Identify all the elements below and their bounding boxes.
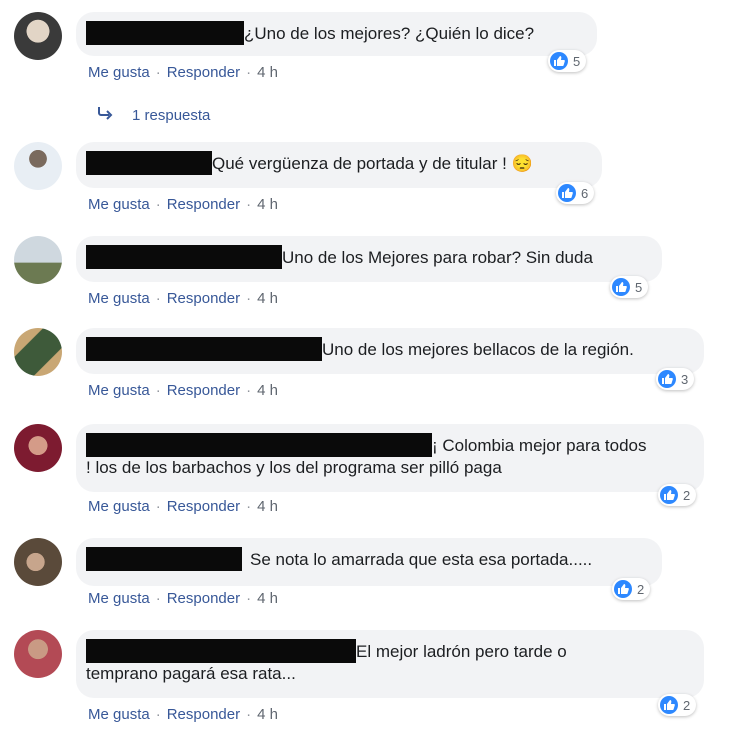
reaction-number: 2: [637, 581, 645, 597]
comment-actions: Me gusta · Responder · 4 h: [88, 590, 278, 607]
comment-bubble: ¿Uno de los mejores? ¿Quién lo dice?: [76, 12, 597, 56]
separator-dot: ·: [246, 706, 252, 723]
like-link[interactable]: Me gusta: [88, 706, 150, 723]
separator-dot: ·: [246, 64, 252, 81]
thumbs-up-icon: [558, 184, 576, 202]
comment-actions: Me gusta · Responder · 4 h: [88, 290, 278, 307]
timestamp[interactable]: 4 h: [257, 590, 278, 607]
separator-dot: ·: [155, 64, 161, 81]
comment-actions: Me gusta · Responder · 4 h: [88, 196, 278, 213]
timestamp[interactable]: 4 h: [257, 196, 278, 213]
reaction-number: 2: [683, 487, 691, 503]
reply-link[interactable]: Responder: [167, 382, 240, 399]
comment-actions: Me gusta · Responder · 4 h: [88, 382, 278, 399]
reaction-count[interactable]: 2: [658, 694, 697, 716]
separator-dot: ·: [246, 382, 252, 399]
like-link[interactable]: Me gusta: [88, 498, 150, 515]
avatar[interactable]: [14, 630, 62, 678]
timestamp[interactable]: 4 h: [257, 706, 278, 723]
avatar[interactable]: [14, 12, 62, 60]
separator-dot: ·: [155, 382, 161, 399]
timestamp[interactable]: 4 h: [257, 290, 278, 307]
timestamp[interactable]: 4 h: [257, 498, 278, 515]
avatar[interactable]: [14, 328, 62, 376]
comment-text: Se nota lo amarrada que esta esa portada…: [250, 550, 593, 569]
redacted-name: [86, 337, 322, 361]
comment-bubble: Qué vergüenza de portada y de titular ! …: [76, 142, 602, 188]
reaction-number: 5: [573, 53, 581, 69]
avatar[interactable]: [14, 142, 62, 190]
redacted-name: [86, 639, 356, 663]
comment-bubble: Uno de los mejores bellacos de la región…: [76, 328, 704, 374]
replies-label: 1 respuesta: [132, 106, 211, 124]
separator-dot: ·: [155, 196, 161, 213]
comment-bubble: Se nota lo amarrada que esta esa portada…: [76, 538, 662, 586]
like-link[interactable]: Me gusta: [88, 196, 150, 213]
redacted-name: [86, 21, 244, 45]
reaction-count[interactable]: 2: [612, 578, 651, 600]
redacted-name: [86, 151, 212, 175]
like-link[interactable]: Me gusta: [88, 590, 150, 607]
thumbs-up-icon: [660, 696, 678, 714]
like-link[interactable]: Me gusta: [88, 64, 150, 81]
comment-text-line2: temprano pagará esa rata...: [86, 664, 296, 683]
comment-text: El mejor ladrón pero tarde o: [356, 642, 567, 661]
timestamp[interactable]: 4 h: [257, 64, 278, 81]
avatar[interactable]: [14, 424, 62, 472]
thumbs-up-icon: [614, 580, 632, 598]
comment-text: Uno de los mejores bellacos de la región…: [322, 340, 634, 359]
reaction-count[interactable]: 3: [656, 368, 695, 390]
redacted-name: [86, 547, 242, 571]
separator-dot: ·: [246, 196, 252, 213]
reaction-number: 6: [581, 185, 589, 201]
comment-actions: Me gusta · Responder · 4 h: [88, 498, 278, 515]
reply-link[interactable]: Responder: [167, 196, 240, 213]
thumbs-up-icon: [660, 486, 678, 504]
comment-bubble: Uno de los Mejores para robar? Sin duda: [76, 236, 662, 282]
like-link[interactable]: Me gusta: [88, 382, 150, 399]
comment-text: ¡ Colombia mejor para todos: [432, 436, 647, 455]
reaction-count[interactable]: 2: [658, 484, 697, 506]
comment-text: Qué vergüenza de portada y de titular ! …: [212, 154, 533, 173]
reply-link[interactable]: Responder: [167, 64, 240, 81]
reaction-count[interactable]: 5: [548, 50, 587, 72]
reply-link[interactable]: Responder: [167, 498, 240, 515]
thumbs-up-icon: [550, 52, 568, 70]
comment-actions: Me gusta · Responder · 4 h: [88, 706, 278, 723]
redacted-name: [86, 245, 282, 269]
separator-dot: ·: [155, 498, 161, 515]
reaction-count[interactable]: 5: [610, 276, 649, 298]
reply-link[interactable]: Responder: [167, 290, 240, 307]
comment-text: ¿Uno de los mejores? ¿Quién lo dice?: [244, 24, 535, 43]
timestamp[interactable]: 4 h: [257, 382, 278, 399]
separator-dot: ·: [155, 706, 161, 723]
reply-link[interactable]: Responder: [167, 706, 240, 723]
thumbs-up-icon: [658, 370, 676, 388]
reply-link[interactable]: Responder: [167, 590, 240, 607]
thumbs-up-icon: [612, 278, 630, 296]
separator-dot: ·: [246, 498, 252, 515]
view-replies-link[interactable]: 1 respuesta: [96, 106, 210, 124]
separator-dot: ·: [246, 290, 252, 307]
separator-dot: ·: [155, 290, 161, 307]
reaction-number: 5: [635, 279, 643, 295]
avatar[interactable]: [14, 538, 62, 586]
reply-arrow-icon: [96, 106, 114, 124]
comment-text-line2: ! los de los barbachos y los del program…: [86, 458, 502, 477]
reaction-number: 2: [683, 697, 691, 713]
comment-bubble: ¡ Colombia mejor para todos ! los de los…: [76, 424, 704, 492]
comment-actions: Me gusta · Responder · 4 h: [88, 64, 278, 81]
reaction-number: 3: [681, 371, 689, 387]
separator-dot: ·: [246, 590, 252, 607]
comment-bubble: El mejor ladrón pero tarde o temprano pa…: [76, 630, 704, 698]
separator-dot: ·: [155, 590, 161, 607]
like-link[interactable]: Me gusta: [88, 290, 150, 307]
redacted-name: [86, 433, 432, 457]
comment-text: Uno de los Mejores para robar? Sin duda: [282, 248, 593, 267]
reaction-count[interactable]: 6: [556, 182, 595, 204]
avatar[interactable]: [14, 236, 62, 284]
